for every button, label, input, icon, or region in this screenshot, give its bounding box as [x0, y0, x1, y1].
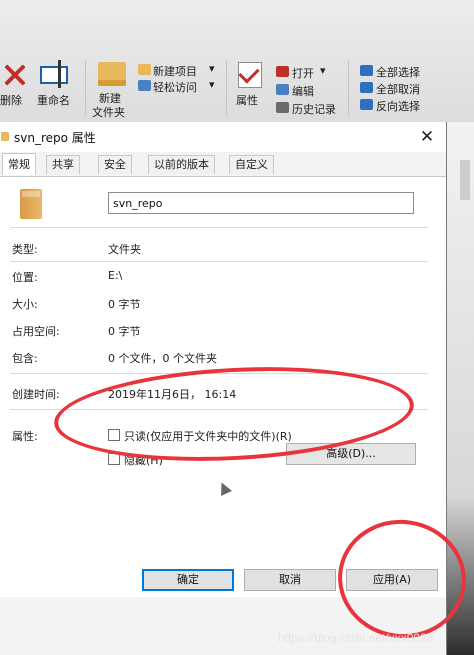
location-value: E:\ [108, 269, 123, 282]
scrollbar-thumb[interactable] [460, 160, 470, 200]
select-none-button[interactable]: 全部取消 [376, 81, 420, 97]
folder-name-input[interactable] [108, 192, 414, 214]
ribbon-separator [226, 60, 227, 116]
properties-dialog: svn_repo 属性 ✕ 常规 共享 安全 以前的版本 自定义 类型: 文件夹… [0, 122, 447, 655]
edit-icon [276, 84, 289, 95]
readonly-checkbox[interactable] [108, 429, 120, 441]
tab-security[interactable]: 安全 [98, 155, 132, 174]
tab-customize[interactable]: 自定义 [229, 155, 274, 174]
divider [10, 261, 428, 262]
size-value: 0 字节 [108, 298, 141, 311]
open-icon [276, 66, 289, 77]
background-window [447, 122, 474, 655]
size-label: 大小: [12, 298, 38, 311]
location-label: 位置: [12, 271, 38, 284]
select-none-icon [360, 82, 373, 93]
tab-general[interactable]: 常规 [2, 153, 36, 175]
edit-button[interactable]: 编辑 [292, 83, 314, 99]
new-folder-button-line2[interactable]: 文件夹 [92, 104, 125, 120]
divider [10, 227, 428, 228]
divider [10, 409, 428, 410]
text-cursor-icon [58, 60, 61, 88]
invert-selection-button[interactable]: 反向选择 [376, 98, 420, 114]
created-value: 2019年11月6日， 16:14 [108, 388, 237, 401]
general-tab-panel: 类型: 文件夹 位置: E:\ 大小: 0 字节 占用空间: 0 字节 包含: … [0, 177, 446, 597]
size-on-disk-value: 0 字节 [108, 325, 141, 338]
advanced-button[interactable]: 高级(D)... [286, 443, 416, 465]
ribbon-separator [348, 60, 349, 116]
divider [10, 373, 428, 374]
rename-button[interactable]: 重命名 [37, 92, 70, 108]
watermark: https://blog.csdn.net/xxx0028 [278, 631, 434, 645]
folder-icon [20, 189, 42, 219]
folder-icon [1, 132, 9, 141]
attributes-label: 属性: [12, 430, 38, 443]
readonly-checkbox-label[interactable]: 只读(仅应用于文件夹中的文件)(R) [124, 428, 292, 444]
properties-button[interactable]: 属性 [236, 92, 258, 108]
select-all-button[interactable]: 全部选择 [376, 64, 420, 80]
mouse-cursor-icon [216, 480, 232, 496]
type-value: 文件夹 [108, 243, 141, 256]
tab-sharing[interactable]: 共享 [46, 155, 80, 174]
tab-previous-versions[interactable]: 以前的版本 [148, 155, 215, 174]
rename-icon[interactable] [40, 66, 68, 84]
explorer-ribbon: 删除 重命名 新建 文件夹 新建项目 ▾ 轻松访问 ▾ 属性 打开 ▾ 编辑 历… [0, 0, 474, 123]
easy-access-button[interactable]: 轻松访问 [153, 79, 197, 95]
cancel-button[interactable]: 取消 [244, 569, 336, 591]
chevron-down-icon[interactable]: ▾ [209, 78, 215, 91]
type-label: 类型: [12, 243, 38, 256]
delete-icon[interactable] [2, 64, 26, 86]
title-bar[interactable]: svn_repo 属性 ✕ [0, 122, 446, 152]
created-label: 创建时间: [12, 388, 60, 401]
ribbon-separator [85, 60, 86, 116]
history-button[interactable]: 历史记录 [292, 101, 336, 117]
easy-access-icon [138, 80, 151, 91]
chevron-down-icon[interactable]: ▾ [209, 62, 215, 75]
ok-button[interactable]: 确定 [142, 569, 234, 591]
apply-button[interactable]: 应用(A) [346, 569, 438, 591]
close-icon[interactable]: ✕ [414, 126, 440, 148]
contains-value: 0 个文件，0 个文件夹 [108, 352, 217, 365]
chevron-down-icon[interactable]: ▾ [320, 64, 326, 77]
hidden-checkbox[interactable] [108, 453, 120, 465]
new-item-icon [138, 64, 151, 75]
new-item-button[interactable]: 新建项目 [153, 63, 197, 79]
tab-bar: 常规 共享 安全 以前的版本 自定义 [0, 153, 446, 176]
history-icon [276, 102, 289, 113]
contains-label: 包含: [12, 352, 38, 365]
new-folder-icon[interactable] [98, 62, 126, 86]
open-button[interactable]: 打开 [292, 65, 314, 81]
select-all-icon [360, 65, 373, 76]
size-on-disk-label: 占用空间: [12, 325, 60, 338]
dialog-title: svn_repo 属性 [14, 131, 96, 145]
hidden-checkbox-label[interactable]: 隐藏(H) [124, 452, 163, 468]
delete-button[interactable]: 删除 [0, 92, 22, 108]
invert-selection-icon [360, 99, 373, 110]
